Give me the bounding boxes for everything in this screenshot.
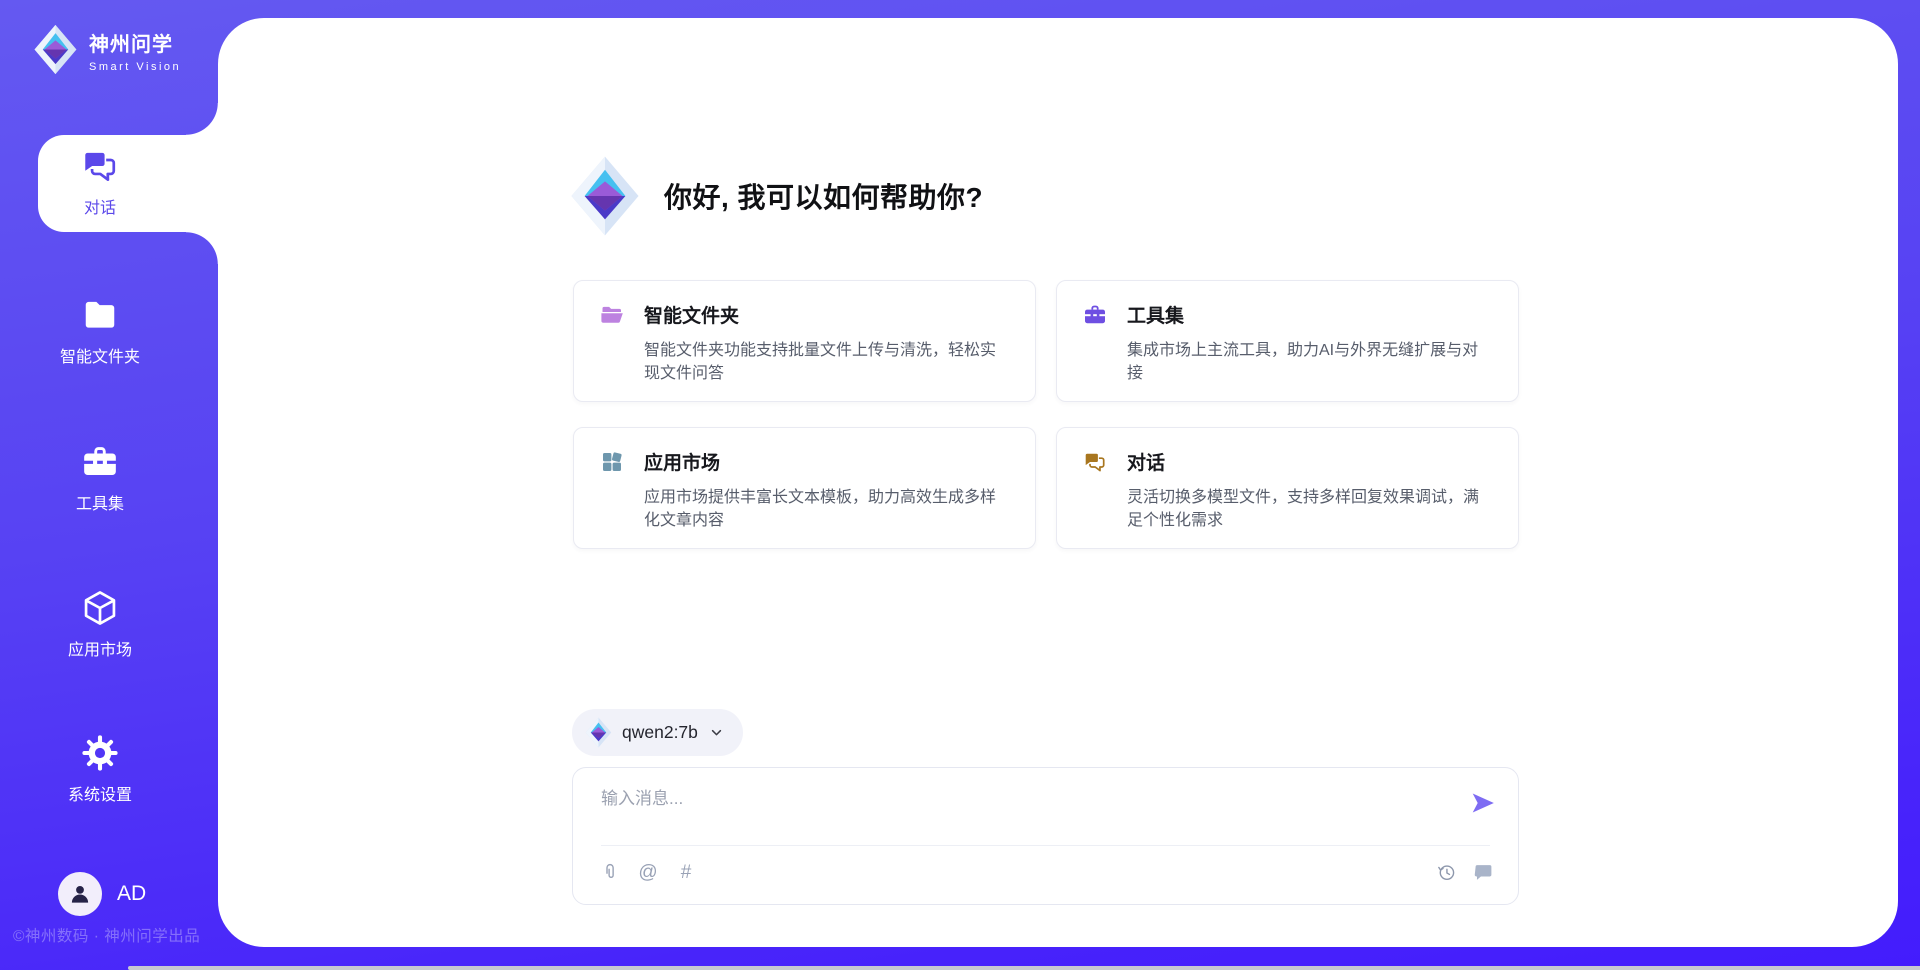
brand-subtitle: Smart Vision bbox=[89, 61, 181, 73]
briefcase-icon bbox=[1083, 303, 1107, 327]
card-smart-folder[interactable]: 智能文件夹 智能文件夹功能支持批量文件上传与清洗，轻松实现文件问答 bbox=[573, 280, 1036, 402]
grid-icon bbox=[600, 450, 624, 474]
sidebar-item-label: 智能文件夹 bbox=[0, 343, 200, 367]
card-description: 集成市场上主流工具，助力AI与外界无缝扩展与对接 bbox=[1127, 339, 1492, 385]
sidebar-item-chat[interactable]: 对话 bbox=[0, 147, 200, 218]
sidebar-item-label: 系统设置 bbox=[0, 781, 200, 805]
hash-icon: # bbox=[681, 863, 692, 882]
briefcase-icon bbox=[80, 443, 120, 481]
paperclip-icon bbox=[600, 862, 621, 883]
shortcut-cards: 智能文件夹 智能文件夹功能支持批量文件上传与清洗，轻松实现文件问答 工具集 集成… bbox=[573, 280, 1519, 549]
sidebar-item-smart-folder[interactable]: 智能文件夹 bbox=[0, 296, 200, 367]
sidebar-item-toolset[interactable]: 工具集 bbox=[0, 443, 200, 514]
folder-open-icon bbox=[600, 303, 624, 327]
sidebar-item-app-market[interactable]: 应用市场 bbox=[0, 589, 200, 660]
card-chat[interactable]: 对话 灵活切换多模型文件，支持多样回复效果调试，满足个性化需求 bbox=[1056, 427, 1519, 549]
brand-diamond-icon bbox=[33, 24, 78, 75]
model-logo-icon bbox=[585, 717, 612, 748]
mention-button[interactable]: @ bbox=[637, 860, 659, 884]
card-title: 对话 bbox=[1127, 448, 1165, 475]
person-icon bbox=[67, 881, 93, 907]
folder-icon bbox=[80, 296, 120, 334]
copyright-footer: ©神州数码 · 神州问学出品 bbox=[13, 924, 200, 946]
chat-icon bbox=[1083, 450, 1107, 474]
card-title: 应用市场 bbox=[644, 448, 720, 475]
send-button[interactable] bbox=[1470, 790, 1496, 816]
brand-name: 神州问学 bbox=[89, 28, 181, 57]
model-name: qwen2:7b bbox=[622, 722, 698, 743]
main-content-panel: 你好, 我可以如何帮助你? 智能文件夹 智能文件夹功能支持批量文件上传与清洗，轻… bbox=[218, 18, 1898, 947]
card-app-market[interactable]: 应用市场 应用市场提供丰富长文本模板，助力高效生成多样化文章内容 bbox=[573, 427, 1036, 549]
chat-bubble-icon bbox=[1473, 862, 1494, 883]
sidebar-item-label: 对话 bbox=[0, 194, 200, 218]
chevron-down-icon bbox=[708, 724, 725, 741]
card-title: 工具集 bbox=[1127, 301, 1184, 328]
card-title: 智能文件夹 bbox=[644, 301, 739, 328]
card-toolset[interactable]: 工具集 集成市场上主流工具，助力AI与外界无缝扩展与对接 bbox=[1056, 280, 1519, 402]
at-icon: @ bbox=[638, 863, 657, 882]
attach-button[interactable] bbox=[599, 860, 621, 884]
conversation-button[interactable] bbox=[1472, 860, 1494, 884]
avatar bbox=[58, 872, 102, 916]
sidebar-item-settings[interactable]: 系统设置 bbox=[0, 734, 200, 805]
greeting: 你好, 我可以如何帮助你? bbox=[570, 154, 983, 238]
sidebar-item-label: 工具集 bbox=[0, 490, 200, 514]
sidebar: 神州问学 Smart Vision 对话 智能文件夹 工具集 应用市场 系统设置… bbox=[0, 0, 218, 970]
card-description: 灵活切换多模型文件，支持多样回复效果调试，满足个性化需求 bbox=[1127, 486, 1492, 532]
hashtag-button[interactable]: # bbox=[675, 860, 697, 884]
cube-icon bbox=[80, 589, 120, 627]
send-icon bbox=[1470, 790, 1496, 816]
history-icon bbox=[1436, 862, 1457, 883]
message-input[interactable] bbox=[601, 784, 1451, 838]
card-description: 智能文件夹功能支持批量文件上传与清洗，轻松实现文件问答 bbox=[644, 339, 1009, 385]
composer: @ # bbox=[572, 767, 1519, 905]
horizontal-scrollbar[interactable] bbox=[128, 966, 1920, 970]
brand-logo: 神州问学 Smart Vision bbox=[33, 24, 181, 75]
user-name: AD bbox=[117, 882, 146, 906]
composer-divider bbox=[601, 845, 1490, 846]
user-profile[interactable]: AD bbox=[58, 872, 146, 916]
chat-icon bbox=[80, 147, 120, 185]
gear-icon bbox=[80, 734, 120, 772]
sidebar-item-label: 应用市场 bbox=[0, 636, 200, 660]
card-description: 应用市场提供丰富长文本模板，助力高效生成多样化文章内容 bbox=[644, 486, 1009, 532]
brand-diamond-icon bbox=[570, 154, 640, 238]
model-selector[interactable]: qwen2:7b bbox=[572, 709, 743, 756]
greeting-title: 你好, 我可以如何帮助你? bbox=[664, 176, 983, 216]
history-button[interactable] bbox=[1435, 860, 1457, 884]
